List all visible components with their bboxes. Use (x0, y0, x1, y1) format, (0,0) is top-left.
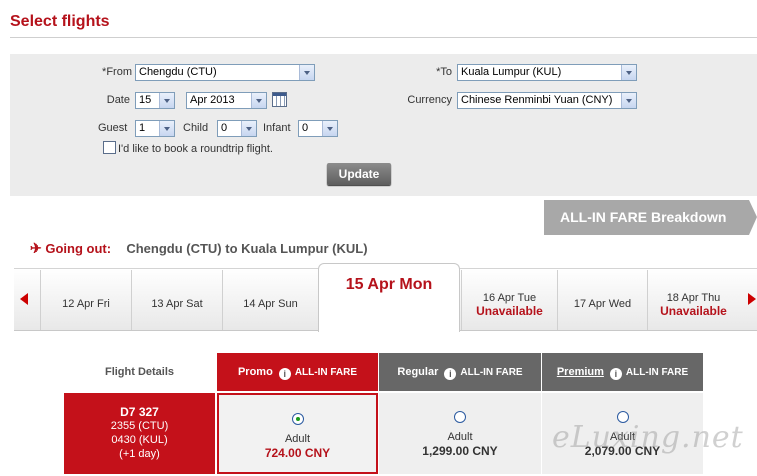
going-out-heading: ✈ Going out: Chengdu (CTU) to Kuala Lump… (30, 240, 368, 257)
flight-arrive: 0430 (KUL) (111, 434, 168, 446)
info-icon[interactable]: i (609, 368, 622, 380)
child-select-value: 0 (221, 122, 228, 134)
plane-icon: ✈ (30, 240, 42, 256)
date-day-select[interactable]: 15 (135, 92, 175, 109)
guest-label: Guest (98, 122, 128, 134)
chevron-down-icon (241, 121, 256, 136)
date-month-value: Apr 2013 (190, 94, 235, 106)
date-tab-label: 13 Apr Sat (151, 298, 203, 310)
fare-pax: Adult (447, 431, 473, 443)
infant-select-value: 0 (302, 122, 309, 134)
fare-price: 724.00 CNY (264, 446, 331, 460)
update-button[interactable]: Update (327, 163, 391, 185)
date-tab-14-apr[interactable]: 14 Apr Sun (222, 270, 318, 330)
fare-name: Promo (237, 366, 273, 378)
flight-depart: 2355 (CTU) (110, 420, 169, 432)
prev-dates-icon[interactable] (20, 293, 28, 305)
regular-fare-radio[interactable] (454, 411, 466, 423)
to-select[interactable]: Kuala Lumpur (KUL) (457, 64, 637, 81)
currency-select-value: Chinese Renminbi Yuan (CNY) (461, 94, 613, 106)
date-tab-16-apr[interactable]: 16 Apr Tue Unavailable (461, 270, 557, 330)
to-select-value: Kuala Lumpur (KUL) (461, 66, 562, 78)
allin-fare-breakdown-button[interactable]: ALL-IN FARE Breakdown (544, 200, 757, 235)
info-icon[interactable]: i (444, 368, 457, 380)
fare-tag: ALL-IN FARE (625, 367, 689, 378)
chevron-down-icon (251, 93, 266, 108)
roundtrip-label: I'd like to book a roundtrip flight. (118, 143, 273, 155)
flight-details-cell: D7 327 2355 (CTU) 0430 (KUL) (+1 day) (64, 393, 215, 474)
date-tab-label: 18 Apr Thu (666, 292, 721, 304)
date-tab-13-apr[interactable]: 13 Apr Sat (131, 270, 222, 330)
roundtrip-checkbox[interactable] (103, 141, 116, 154)
guest-select[interactable]: 1 (135, 120, 175, 137)
chevron-down-icon (299, 65, 314, 80)
date-tab-label: 12 Apr Fri (62, 298, 110, 310)
date-tab-17-apr[interactable]: 17 Apr Wed (557, 270, 647, 330)
going-out-origin: Chengdu (CTU) (126, 241, 222, 256)
date-tab-label: 16 Apr Tue (482, 292, 537, 304)
flight-day-note: (+1 day) (119, 448, 160, 460)
flight-details-header: Flight Details (104, 366, 175, 378)
promo-column-header: Promo i ALL-IN FARE (217, 353, 378, 391)
fare-tag: ALL-IN FARE (294, 367, 358, 378)
date-label: Date (106, 94, 130, 106)
next-dates-icon[interactable] (748, 293, 756, 305)
chevron-down-icon (621, 65, 636, 80)
chevron-down-icon (322, 121, 337, 136)
date-tab-status: Unavailable (476, 304, 543, 318)
regular-column-header: Regular i ALL-IN FARE (379, 353, 541, 391)
infant-label: Infant (263, 122, 291, 134)
fare-price: 1,299.00 CNY (422, 444, 498, 458)
from-select-value: Chengdu (CTU) (139, 66, 217, 78)
infant-select[interactable]: 0 (298, 120, 338, 137)
currency-label: Currency (407, 94, 452, 106)
promo-fare-radio[interactable] (291, 413, 304, 425)
page-title: Select flights (10, 13, 110, 30)
currency-select[interactable]: Chinese Renminbi Yuan (CNY) (457, 92, 637, 109)
going-out-to: to (225, 241, 238, 256)
date-tab-label: 14 Apr Sun (243, 298, 298, 310)
date-month-select[interactable]: Apr 2013 (186, 92, 267, 109)
date-tab-18-apr[interactable]: 18 Apr Thu Unavailable (647, 270, 739, 330)
from-select[interactable]: Chengdu (CTU) (135, 64, 315, 81)
going-out-destination: Kuala Lumpur (KUL) (241, 241, 368, 256)
from-label: *From (102, 66, 132, 78)
date-tab-12-apr[interactable]: 12 Apr Fri (40, 270, 131, 330)
date-day-value: 15 (139, 94, 152, 106)
chevron-down-icon (621, 93, 636, 108)
info-icon[interactable]: i (278, 368, 291, 380)
going-out-label: Going out: (45, 241, 112, 256)
chevron-down-icon (159, 121, 174, 136)
child-label: Child (183, 122, 209, 134)
premium-column-header: Premium i ALL-IN FARE (542, 353, 703, 391)
fare-name: Regular (397, 366, 439, 378)
title-divider (10, 37, 757, 38)
date-tab-label: 17 Apr Wed (573, 298, 632, 310)
guest-select-value: 1 (139, 122, 146, 134)
to-label: *To (436, 66, 452, 78)
watermark: eLuxing.net (552, 420, 744, 455)
calendar-icon[interactable] (272, 92, 287, 107)
premium-link[interactable]: Premium (557, 366, 604, 378)
fare-tag: ALL-IN FARE (460, 367, 523, 378)
flight-number: D7 327 (120, 405, 159, 419)
child-select[interactable]: 0 (217, 120, 257, 137)
regular-fare-cell[interactable]: Adult 1,299.00 CNY (379, 393, 541, 474)
chevron-down-icon (159, 93, 174, 108)
fare-pax: Adult (284, 433, 311, 445)
date-tab-15-apr-selected[interactable]: 15 Apr Mon (318, 263, 460, 332)
promo-fare-cell[interactable]: Adult 724.00 CNY (217, 393, 378, 474)
date-tab-status: Unavailable (660, 304, 727, 318)
